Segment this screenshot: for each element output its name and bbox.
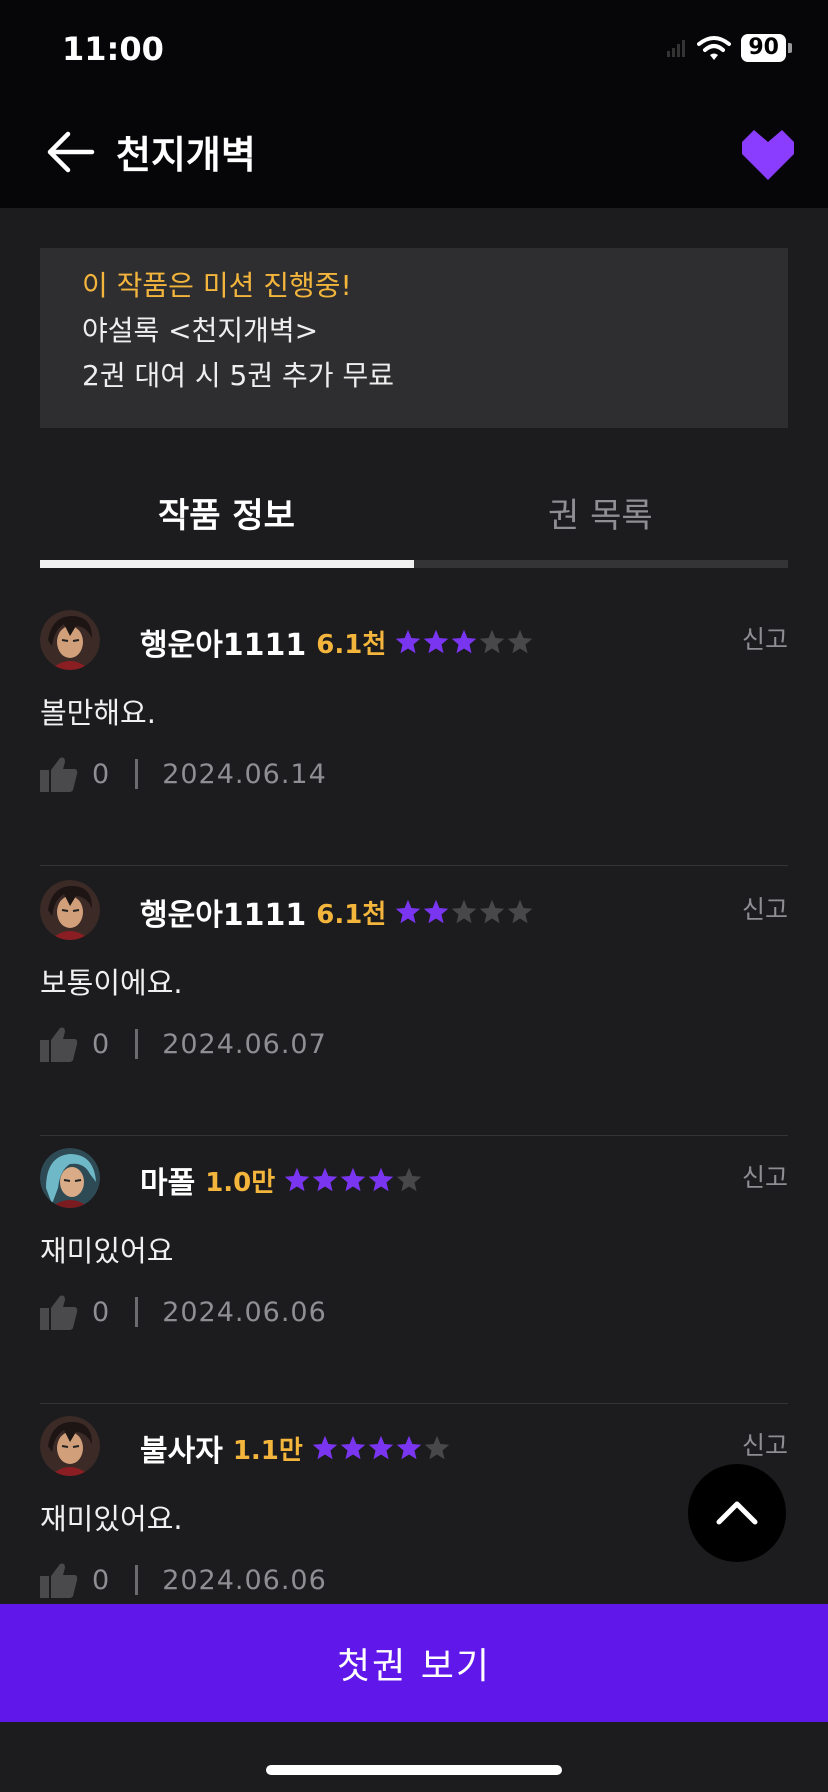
star-empty-icon (452, 899, 477, 924)
star-empty-icon (508, 629, 533, 654)
scroll-to-top-button[interactable] (688, 1464, 786, 1562)
status-bar: 11:00 90 (0, 0, 828, 100)
chevron-up-icon (716, 1501, 758, 1525)
star-empty-icon (480, 899, 505, 924)
tab-volume-list[interactable]: 권 목록 (548, 488, 653, 537)
divider (135, 1565, 139, 1595)
star-filled-icon (312, 1435, 338, 1460)
status-icons: 90 (667, 34, 792, 62)
star-rating (394, 628, 534, 656)
reviewer-activity-count: 6.1천 (316, 899, 387, 930)
star-filled-icon (396, 899, 421, 924)
mission-description-line1: 야설록 <천지개벽> (82, 314, 319, 347)
review-text: 재미있어요. (40, 1502, 183, 1536)
star-rating (311, 1434, 451, 1462)
home-indicator-area (0, 1722, 828, 1792)
tab-work-info[interactable]: 작품 정보 (158, 488, 295, 537)
review-footer: 0 2024.06.06 (40, 1294, 327, 1330)
star-filled-icon (424, 629, 449, 654)
thumbs-up-icon[interactable] (40, 1562, 78, 1598)
review-text: 재미있어요 (40, 1234, 174, 1268)
star-filled-icon (340, 1435, 366, 1460)
mission-headline: 이 작품은 미션 진행중! (82, 269, 352, 302)
warrior-avatar (40, 1416, 100, 1476)
review-item: 행운아1111 6.1천 신고 보통이에요. 0 2024.06.07 (40, 868, 788, 1136)
divider (135, 1029, 139, 1059)
reviewer-activity-count: 1.1만 (232, 1435, 303, 1466)
review-header: 행운아1111 6.1천 (140, 890, 534, 934)
star-filled-icon (396, 1435, 422, 1460)
review-header: 행운아1111 6.1천 (140, 620, 534, 664)
review-text: 보통이에요. (40, 966, 183, 1000)
mission-banner: 이 작품은 미션 진행중! 야설록 <천지개벽> 2권 대여 시 5권 추가 무… (40, 248, 788, 428)
review-date: 2024.06.06 (162, 1296, 327, 1328)
review-item: 마폴 1.0만 신고 재미있어요 0 2024.06.06 (40, 1136, 788, 1404)
divider (135, 1297, 139, 1327)
star-empty-icon (424, 1435, 450, 1460)
tab-track (40, 560, 788, 568)
review-header: 마폴 1.0만 (140, 1158, 423, 1202)
thumbs-up-icon[interactable] (40, 1294, 78, 1330)
review-date: 2024.06.07 (162, 1028, 327, 1060)
review-date: 2024.06.14 (162, 758, 327, 790)
like-count: 0 (92, 1564, 110, 1596)
reviewer-activity-count: 6.1천 (316, 629, 387, 660)
page-title: 천지개벽 (116, 133, 256, 177)
read-first-volume-button[interactable]: 첫권 보기 (0, 1604, 828, 1722)
report-button[interactable]: 신고 (742, 1158, 788, 1194)
cta-label: 첫권 보기 (337, 1646, 491, 1687)
warrior-avatar (40, 880, 100, 940)
reviewer-activity-count: 1.0만 (205, 1167, 276, 1198)
reviewer-nickname[interactable]: 행운아1111 (140, 890, 306, 934)
star-filled-icon (452, 629, 477, 654)
review-date: 2024.06.06 (162, 1564, 327, 1596)
heart-icon[interactable] (742, 130, 794, 180)
battery-icon: 90 (741, 34, 792, 62)
star-filled-icon (368, 1167, 394, 1192)
like-count: 0 (92, 758, 110, 790)
review-item: 행운아1111 6.1천 신고 볼만해요. 0 2024.06.14 (40, 598, 788, 866)
thumbs-up-icon[interactable] (40, 1026, 78, 1062)
status-time: 11:00 (62, 30, 164, 68)
review-divider (40, 865, 788, 866)
star-rating (394, 898, 534, 926)
star-filled-icon (340, 1167, 366, 1192)
star-empty-icon (480, 629, 505, 654)
review-header: 불사자 1.1만 (140, 1426, 451, 1470)
reviewer-nickname[interactable]: 행운아1111 (140, 620, 306, 664)
warrior-avatar (40, 610, 100, 670)
review-footer: 0 2024.06.07 (40, 1026, 327, 1062)
report-button[interactable]: 신고 (742, 890, 788, 926)
star-filled-icon (312, 1167, 338, 1192)
review-text: 볼만해요. (40, 696, 156, 730)
reviewer-nickname[interactable]: 불사자 (140, 1426, 223, 1470)
blue-hair-avatar (40, 1148, 100, 1208)
star-filled-icon (424, 899, 449, 924)
reviewer-nickname[interactable]: 마폴 (140, 1158, 195, 1202)
home-indicator[interactable] (266, 1765, 562, 1775)
mission-description-line2: 2권 대여 시 5권 추가 무료 (82, 359, 394, 392)
star-rating (283, 1166, 423, 1194)
review-footer: 0 2024.06.14 (40, 756, 327, 792)
wifi-icon (697, 36, 732, 60)
thumbs-up-icon[interactable] (40, 756, 78, 792)
star-empty-icon (508, 899, 533, 924)
back-arrow-icon[interactable] (44, 126, 96, 178)
star-filled-icon (396, 629, 421, 654)
tab-active-indicator (40, 560, 414, 568)
star-empty-icon (396, 1167, 422, 1192)
like-count: 0 (92, 1296, 110, 1328)
divider (135, 759, 139, 789)
report-button[interactable]: 신고 (742, 1426, 788, 1462)
star-filled-icon (284, 1167, 310, 1192)
header-bar: 천지개벽 (0, 100, 828, 208)
review-footer: 0 2024.06.06 (40, 1562, 327, 1598)
like-count: 0 (92, 1028, 110, 1060)
report-button[interactable]: 신고 (742, 620, 788, 656)
star-filled-icon (368, 1435, 394, 1460)
battery-level: 90 (741, 34, 786, 62)
signal-icon (667, 40, 686, 57)
